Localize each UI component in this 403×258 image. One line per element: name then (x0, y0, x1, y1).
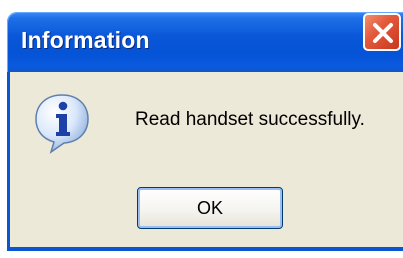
window-bottom-border (7, 247, 403, 251)
title-bar[interactable]: Information (7, 12, 403, 72)
dialog-title: Information (21, 27, 150, 53)
dialog-message: Read handset successfully. (135, 109, 365, 130)
close-icon (373, 23, 393, 43)
close-button[interactable] (363, 13, 401, 51)
information-dialog: Information Read handset successfully. O… (0, 0, 403, 258)
info-icon (32, 92, 92, 154)
ok-button[interactable]: OK (137, 187, 283, 229)
